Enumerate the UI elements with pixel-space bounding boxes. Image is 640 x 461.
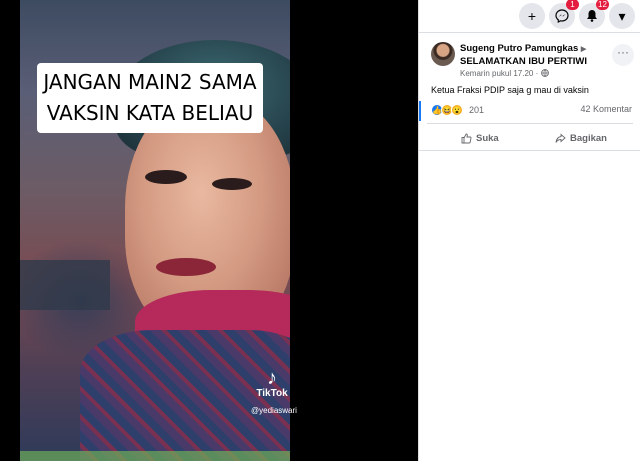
viewer: JANGAN MAIN2 SAMA VAKSIN KATA BELIAU ♪ T… — [0, 0, 640, 461]
avatar[interactable] — [431, 42, 455, 66]
active-indicator — [419, 101, 421, 121]
more-icon: ··· — [617, 45, 629, 59]
share-label: Bagikan — [570, 132, 607, 144]
post-meta: Kemarin pukul 17.20 · — [460, 69, 549, 78]
like-label: Suka — [476, 132, 499, 144]
top-bar: + 1 12 ▾ — [419, 0, 640, 32]
tiktok-name: TikTok — [256, 388, 288, 399]
like-button[interactable]: Suka — [461, 129, 499, 147]
post-timestamp[interactable]: Kemarin pukul 17.20 — [460, 69, 533, 78]
reaction-summary[interactable]: 👍 😆 😮 201 — [431, 103, 484, 117]
video-bottom-strip — [20, 451, 290, 461]
actions-top-divider — [427, 123, 633, 124]
post-text: Ketua Fraksi PDIP saja g mau di vaksin — [431, 85, 589, 95]
video-caption-line1: JANGAN MAIN2 SAMA — [43, 70, 257, 94]
post-author: Sugeng Putro Pamungkas ▶ SELAMATKAN IBU … — [460, 43, 610, 68]
comment-count[interactable]: 42 Komentar — [580, 104, 632, 114]
top-divider — [419, 32, 640, 33]
post-panel: + 1 12 ▾ Sugeng Putro Pamungkas ▶ SELAMA… — [418, 0, 640, 461]
tiktok-handle: @yediaswari — [251, 406, 297, 415]
group-name[interactable]: SELAMATKAN IBU PERTIWI — [460, 56, 587, 67]
video-caption-line2: VAKSIN KATA BELIAU — [46, 101, 254, 125]
account-menu-button[interactable]: ▾ — [609, 3, 635, 29]
notifications-badge: 12 — [596, 0, 609, 10]
create-button[interactable]: + — [519, 3, 545, 29]
thumbs-up-icon — [461, 133, 472, 143]
chevron-down-icon: ▾ — [618, 8, 626, 24]
bell-icon — [587, 10, 597, 22]
video-person-eye-left — [145, 170, 187, 184]
actions-bottom-divider — [419, 150, 640, 151]
messenger-button[interactable]: 1 — [549, 0, 579, 29]
media-area: JANGAN MAIN2 SAMA VAKSIN KATA BELIAU ♪ T… — [0, 0, 418, 461]
plus-icon: + — [527, 8, 537, 24]
reaction-count: 201 — [469, 105, 485, 115]
video-background-desk — [20, 260, 110, 310]
share-icon — [555, 133, 566, 143]
tiktok-watermark: ♪ TikTok @yediaswari — [250, 367, 297, 415]
video-person-mouth — [156, 258, 216, 276]
globe-icon — [540, 69, 549, 77]
post-options-button[interactable]: ··· — [612, 44, 634, 66]
author-name[interactable]: Sugeng Putro Pamungkas — [460, 43, 578, 54]
notifications-button[interactable]: 12 — [579, 0, 609, 29]
messenger-badge: 1 — [566, 0, 579, 10]
messenger-icon — [555, 9, 569, 24]
video-caption: JANGAN MAIN2 SAMA VAKSIN KATA BELIAU — [37, 63, 263, 133]
arrow-right-icon: ▶ — [580, 46, 587, 53]
video-person-eye-right — [212, 178, 252, 190]
tiktok-logo-icon: ♪ — [267, 367, 277, 389]
share-button[interactable]: Bagikan — [555, 129, 607, 147]
wow-reaction-icon: 😮 — [451, 104, 463, 116]
